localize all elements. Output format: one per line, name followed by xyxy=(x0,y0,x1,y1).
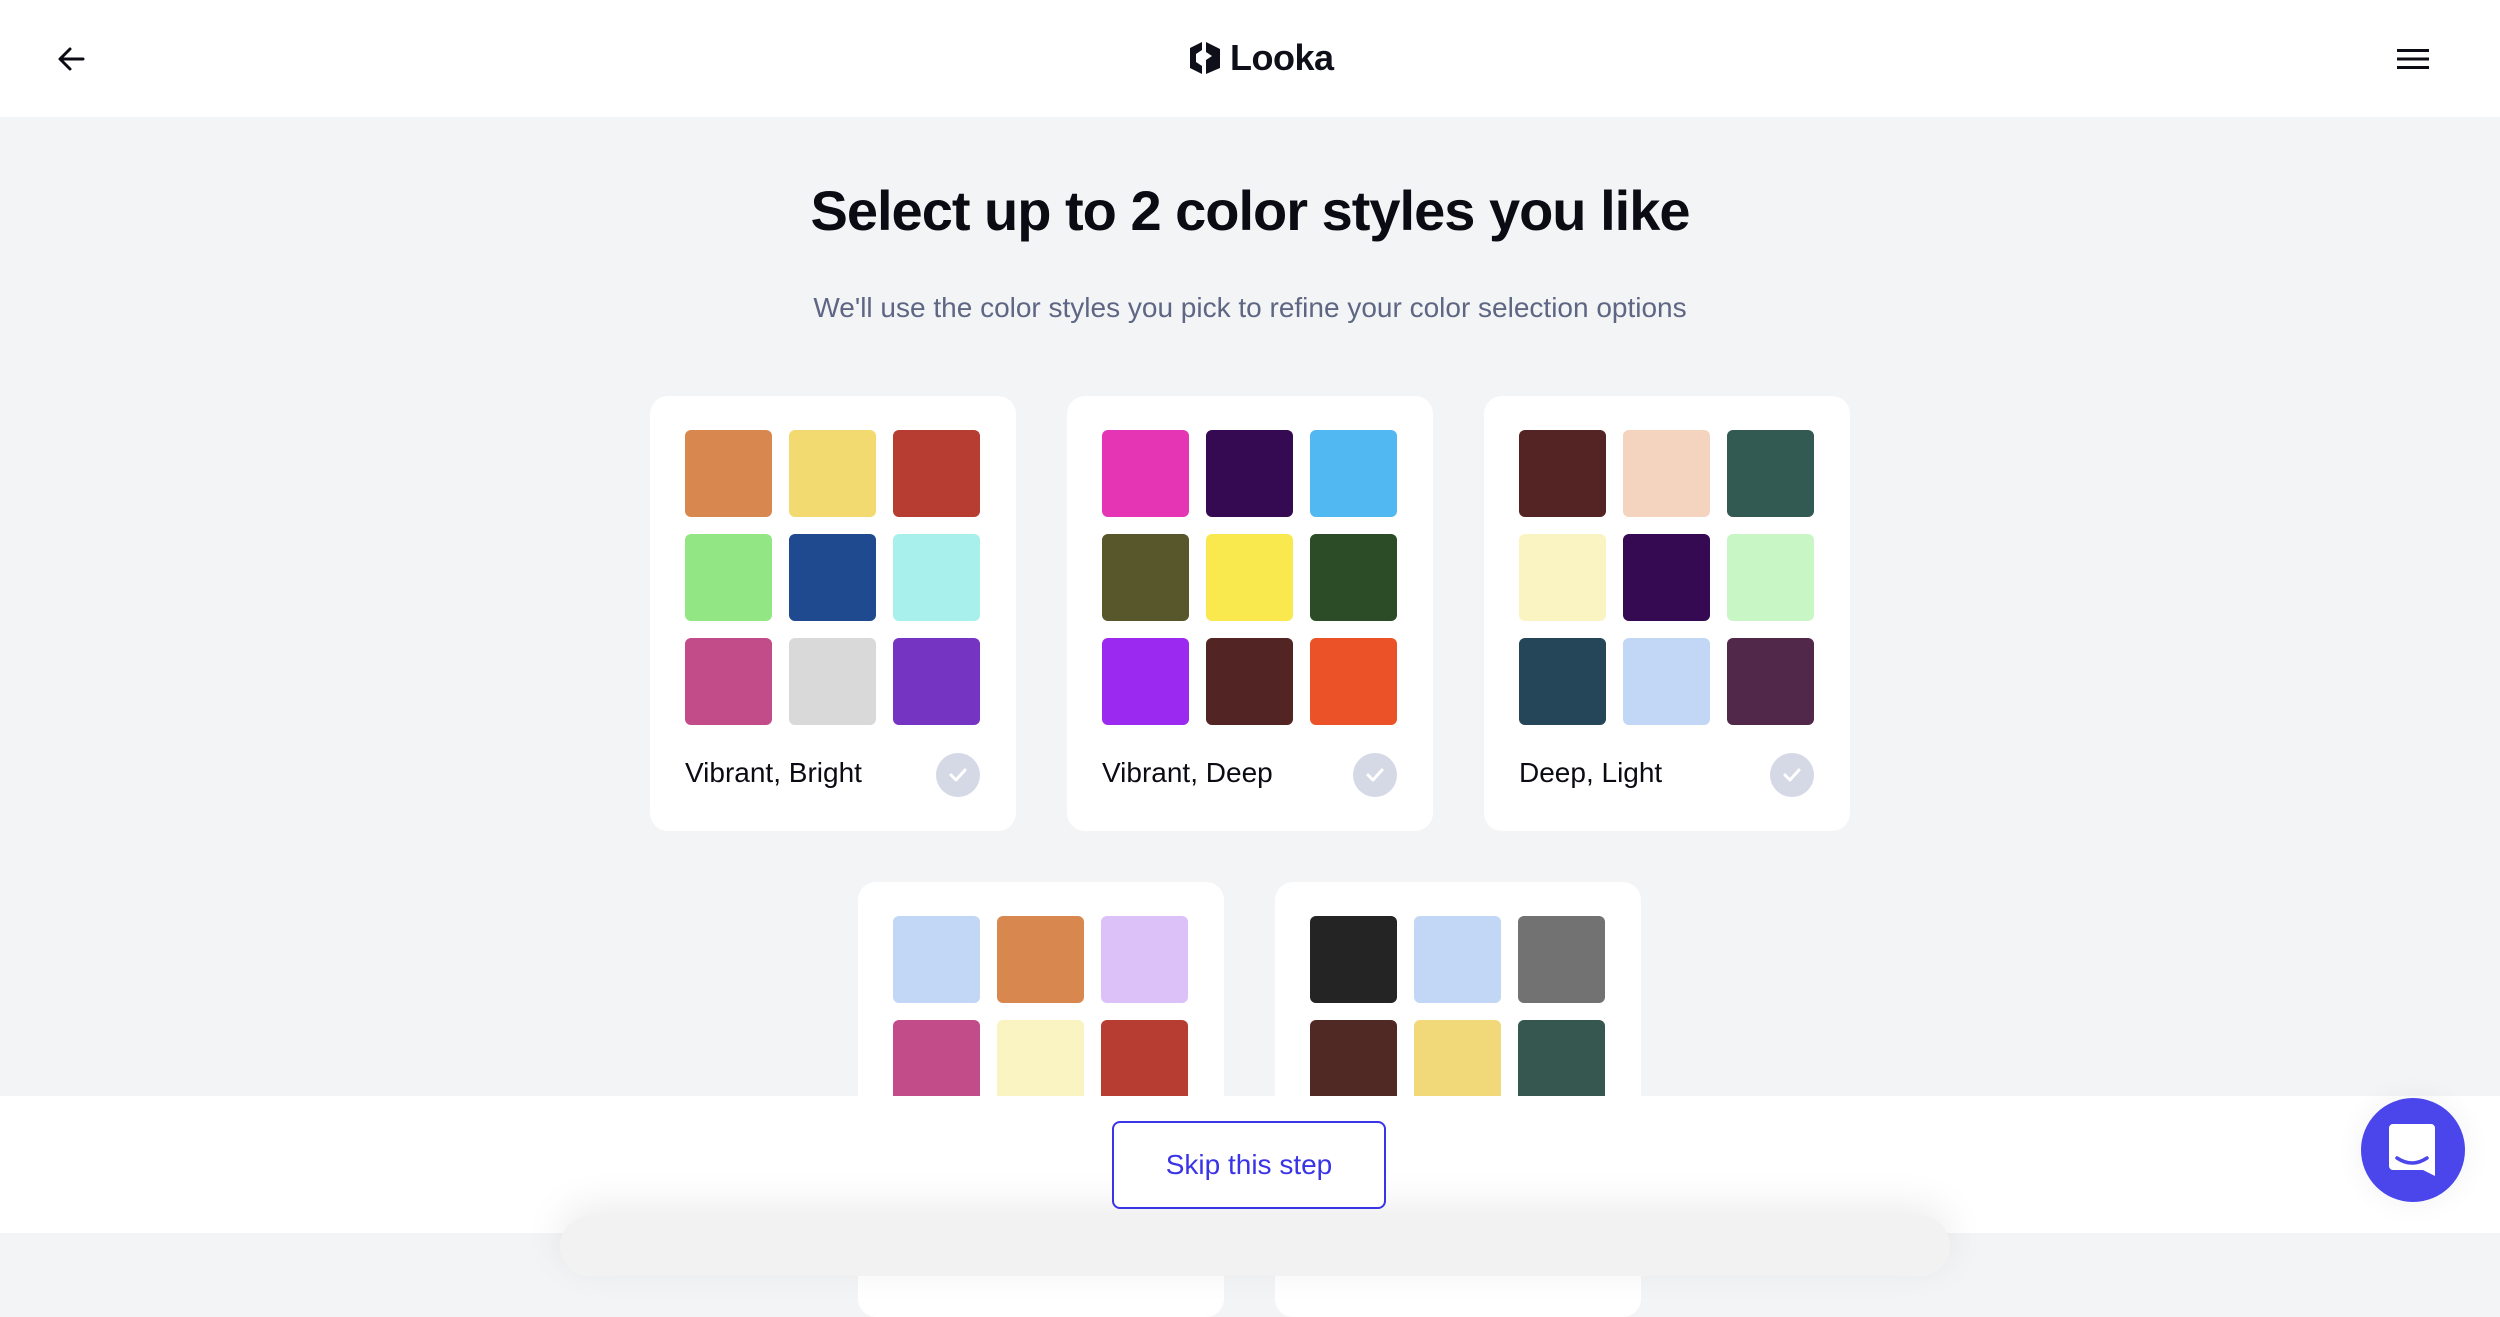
checkmark-icon xyxy=(1783,768,1801,782)
color-swatch xyxy=(893,534,980,621)
swatch-grid xyxy=(893,916,1188,1107)
card-label: Vibrant, Bright xyxy=(685,757,862,788)
color-swatch xyxy=(685,430,772,517)
color-swatch xyxy=(1414,1020,1501,1107)
color-swatch xyxy=(1519,534,1606,621)
color-swatch xyxy=(685,638,772,725)
color-swatch xyxy=(1519,430,1606,517)
color-swatch xyxy=(1101,1020,1188,1107)
card-label: Deep, Light xyxy=(1519,757,1663,788)
color-swatch xyxy=(789,638,876,725)
page-subtitle: We'll use the color styles you pick to r… xyxy=(813,292,1687,323)
color-swatch xyxy=(893,916,980,1003)
color-swatch xyxy=(1310,638,1397,725)
color-swatch xyxy=(1623,534,1710,621)
hamburger-menu-icon xyxy=(2397,49,2429,69)
color-swatch xyxy=(1206,638,1293,725)
color-swatch xyxy=(893,1020,980,1107)
color-style-card-vibrant-bright[interactable]: Vibrant, Bright xyxy=(650,396,1016,831)
swatch-grid xyxy=(1310,916,1605,1107)
select-checkbox[interactable] xyxy=(1770,753,1814,797)
looka-logo[interactable]: Looka xyxy=(1188,36,1334,80)
color-swatch xyxy=(1206,534,1293,621)
color-style-card-deep-light[interactable]: Deep, Light xyxy=(1484,396,1850,831)
logo-text: Looka xyxy=(1230,37,1334,78)
color-swatch xyxy=(789,430,876,517)
color-swatch xyxy=(1623,430,1710,517)
color-swatch xyxy=(1519,638,1606,725)
checkmark-icon xyxy=(1366,768,1384,782)
color-style-card-vibrant-deep[interactable]: Vibrant, Deep xyxy=(1067,396,1433,831)
bottom-shadow-decoration xyxy=(560,1216,1950,1276)
color-swatch xyxy=(1727,430,1814,517)
color-swatch xyxy=(893,638,980,725)
color-swatch xyxy=(1206,430,1293,517)
color-swatch xyxy=(1414,916,1501,1003)
color-swatch xyxy=(893,430,980,517)
color-swatch xyxy=(997,1020,1084,1107)
card-label: Vibrant, Deep xyxy=(1102,757,1273,788)
back-button[interactable] xyxy=(50,38,92,80)
color-swatch xyxy=(1102,534,1189,621)
select-checkbox[interactable] xyxy=(1353,753,1397,797)
checkmark-icon xyxy=(949,768,967,782)
chat-support-button[interactable] xyxy=(2361,1098,2465,1202)
arrow-left-icon xyxy=(58,47,85,71)
color-swatch xyxy=(1310,916,1397,1003)
menu-button[interactable] xyxy=(2392,38,2434,80)
color-swatch xyxy=(1518,1020,1605,1107)
color-swatch xyxy=(997,916,1084,1003)
color-swatch xyxy=(1310,1020,1397,1107)
looka-hexagon-logo-icon xyxy=(1190,42,1220,74)
swatch-grid xyxy=(685,430,980,725)
chat-bubble-smile-icon xyxy=(2389,1124,2435,1176)
swatch-grid xyxy=(1102,430,1397,725)
color-swatch xyxy=(1310,534,1397,621)
color-swatch xyxy=(1102,638,1189,725)
color-swatch xyxy=(1727,534,1814,621)
color-swatch xyxy=(685,534,772,621)
color-swatch xyxy=(1101,916,1188,1003)
select-checkbox[interactable] xyxy=(936,753,980,797)
swatch-grid xyxy=(1519,430,1814,725)
color-swatch xyxy=(1727,638,1814,725)
color-swatch xyxy=(1102,430,1189,517)
skip-step-button[interactable]: Skip this step xyxy=(1112,1121,1386,1209)
color-swatch xyxy=(789,534,876,621)
color-swatch xyxy=(1518,916,1605,1003)
top-header: Looka xyxy=(0,0,2500,117)
color-swatch xyxy=(1623,638,1710,725)
color-swatch xyxy=(1310,430,1397,517)
page-title: Select up to 2 color styles you like xyxy=(810,179,1691,242)
